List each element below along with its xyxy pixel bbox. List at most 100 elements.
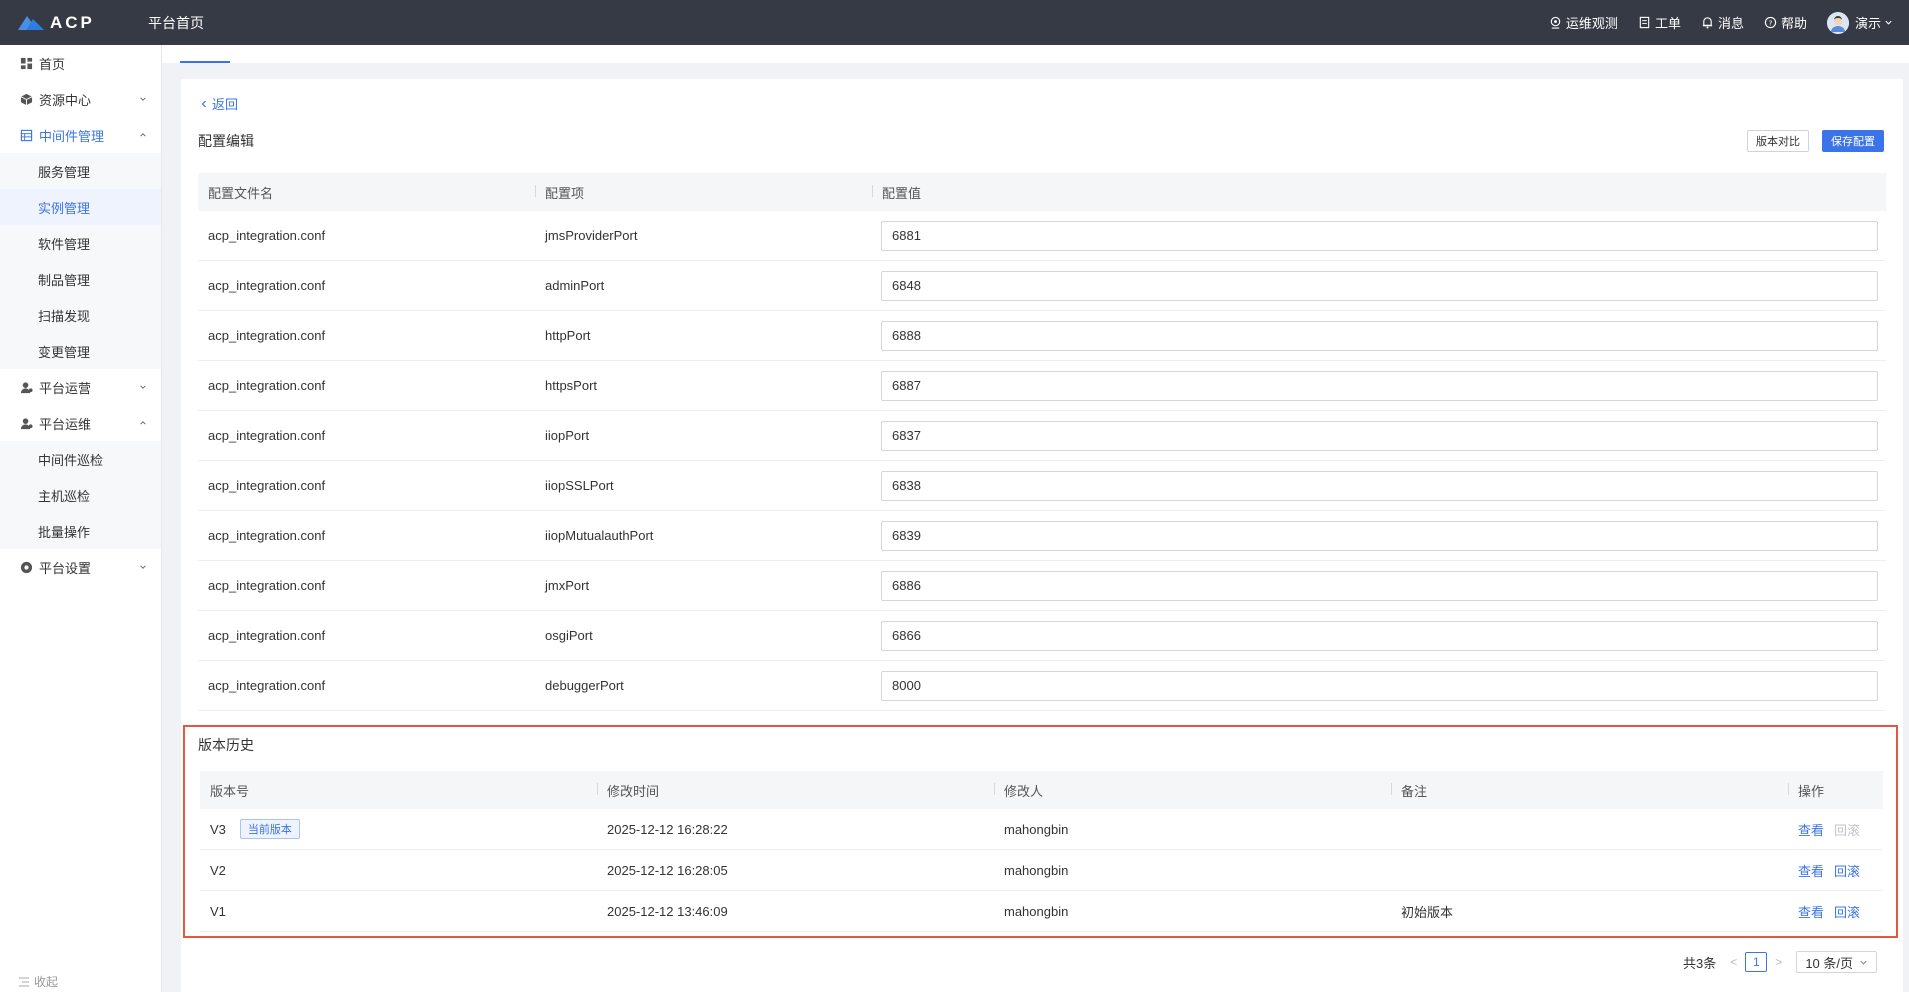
config-value-input[interactable]: [881, 320, 1878, 351]
back-link[interactable]: 返回: [199, 94, 238, 113]
monitor-icon: [1550, 16, 1561, 29]
table-row: V3 当前版本 2025-12-12 16:28:22 mahongbin 查看 回滚: [200, 809, 1883, 850]
sidebar-item-middleware-inspection[interactable]: 中间件巡检: [0, 441, 161, 477]
config-key: iiopPort: [545, 428, 590, 443]
column-header: 版本号: [210, 783, 250, 799]
tab-strip: [162, 45, 1909, 63]
scrollbar-track[interactable]: [1903, 63, 1909, 992]
ticket-link[interactable]: 工单: [1638, 13, 1681, 32]
total-count: 共3条: [1683, 955, 1717, 971]
active-tab-indicator: [180, 61, 230, 63]
sidebar-item-label: 变更管理: [38, 344, 91, 360]
table-row: acp_integration.conf osgiPort: [198, 611, 1886, 661]
sidebar-item-platform-ops[interactable]: 平台运维: [0, 405, 161, 441]
table-row: acp_integration.conf adminPort: [198, 261, 1886, 311]
save-config-button[interactable]: 保存配置: [1822, 130, 1884, 152]
config-value-input[interactable]: [881, 370, 1878, 401]
avatar[interactable]: [1826, 11, 1849, 34]
config-file-name: acp_integration.conf: [208, 628, 326, 643]
sidebar-item-service-mgmt[interactable]: 服务管理: [0, 153, 161, 189]
rollback-link[interactable]: 回滚: [1834, 861, 1860, 880]
sidebar-item-instance-mgmt[interactable]: 实例管理: [0, 189, 161, 225]
collapse-label: 收起: [34, 975, 59, 989]
config-value-input[interactable]: [881, 670, 1878, 701]
sidebar-item-scan-discovery[interactable]: 扫描发现: [0, 297, 161, 333]
table-row: acp_integration.conf httpsPort: [198, 361, 1886, 411]
page-size-select[interactable]: 10 条/页: [1796, 951, 1877, 973]
config-value-input[interactable]: [881, 420, 1878, 451]
column-header: 操作: [1788, 781, 1883, 800]
config-key: jmxPort: [545, 578, 590, 593]
config-value-input[interactable]: [881, 270, 1878, 301]
config-file-name: acp_integration.conf: [208, 678, 326, 693]
history-table: 版本号 修改时间 修改人 备注 操作 V3 当前版本 2025-12-12 16:2…: [200, 771, 1883, 932]
pagination: 共3条 < 1 > 10 条/页: [1683, 951, 1877, 973]
config-value-input[interactable]: [881, 470, 1878, 501]
sidebar-item-home[interactable]: 首页: [0, 45, 161, 81]
sidebar-item-label: 扫描发现: [38, 308, 91, 324]
config-file-name: acp_integration.conf: [208, 228, 326, 243]
user-icon: [20, 417, 33, 429]
table-row: acp_integration.conf iiopMutualauthPort: [198, 511, 1886, 561]
middleware-icon: [20, 129, 33, 141]
ops-observe-link[interactable]: 运维观测: [1549, 13, 1618, 32]
version-note: 初始版本: [1401, 904, 1454, 920]
table-header: 版本号 修改时间 修改人 备注 操作: [200, 771, 1883, 809]
table-row: acp_integration.conf debuggerPort: [198, 661, 1886, 711]
sidebar-item-software-mgmt[interactable]: 软件管理: [0, 225, 161, 261]
sidebar-item-change-mgmt[interactable]: 变更管理: [0, 333, 161, 369]
modified-time: 2025-12-12 13:46:09: [607, 903, 728, 919]
config-value-input[interactable]: [881, 220, 1878, 251]
column-header: 配置项: [535, 183, 872, 202]
page-number[interactable]: 1: [1745, 952, 1768, 972]
sidebar-item-resource-center[interactable]: 资源中心: [0, 81, 161, 117]
sidebar-item-label: 主机巡检: [38, 488, 91, 504]
chevron-up-icon: [140, 421, 146, 425]
chevron-down-icon[interactable]: [1884, 18, 1893, 27]
config-key: httpsPort: [545, 378, 598, 393]
version-compare-button[interactable]: 版本对比: [1747, 130, 1809, 152]
view-link[interactable]: 查看: [1798, 902, 1824, 921]
column-header: 配置值: [872, 183, 1886, 202]
prev-page-button[interactable]: <: [1730, 955, 1737, 969]
sidebar-item-artifact-mgmt[interactable]: 制品管理: [0, 261, 161, 297]
sidebar-item-label: 资源中心: [39, 92, 92, 108]
page-title[interactable]: 平台首页: [148, 13, 204, 33]
ticket-icon: [1639, 16, 1650, 29]
sidebar-item-label: 批量操作: [38, 524, 91, 540]
config-value-input[interactable]: [881, 520, 1878, 551]
modified-time: 2025-12-12 16:28:22: [607, 821, 728, 837]
config-key: osgiPort: [545, 628, 593, 643]
chevron-left-icon: [201, 100, 206, 107]
next-page-button[interactable]: >: [1775, 955, 1782, 969]
sidebar-collapse-button[interactable]: 收起: [18, 973, 58, 990]
config-key: httpPort: [545, 328, 591, 343]
message-link[interactable]: 消息: [1701, 13, 1744, 32]
config-value-input[interactable]: [881, 620, 1878, 651]
view-link[interactable]: 查看: [1798, 861, 1824, 880]
sidebar-item-label: 平台运营: [39, 380, 92, 396]
sidebar-item-platform-settings[interactable]: 平台设置: [0, 549, 161, 585]
ops-observe-label: 运维观测: [1565, 16, 1618, 31]
config-file-name: acp_integration.conf: [208, 528, 326, 543]
help-link[interactable]: ? 帮助: [1764, 13, 1807, 32]
table-row: acp_integration.conf iiopPort: [198, 411, 1886, 461]
sidebar-item-label: 实例管理: [38, 200, 91, 216]
config-key: iiopSSLPort: [545, 478, 614, 493]
rollback-link[interactable]: 回滚: [1834, 902, 1860, 921]
table-row: acp_integration.conf jmxPort: [198, 561, 1886, 611]
view-link[interactable]: 查看: [1798, 820, 1824, 839]
user-name[interactable]: 演示: [1855, 13, 1881, 32]
cube-icon: [20, 93, 33, 105]
sidebar-item-platform-operation[interactable]: 平台运营: [0, 369, 161, 405]
config-panel: 返回 配置编辑 版本对比 保存配置 配置文件名 配置项 配置值 acp_inte…: [181, 79, 1903, 992]
table-row: acp_integration.conf jmsProviderPort: [198, 211, 1886, 261]
logo[interactable]: ACP: [0, 13, 140, 33]
config-table: 配置文件名 配置项 配置值 acp_integration.conf jmsPro…: [198, 173, 1886, 711]
sidebar-item-middleware[interactable]: 中间件管理: [0, 117, 161, 153]
config-file-name: acp_integration.conf: [208, 378, 326, 393]
sidebar-item-host-inspection[interactable]: 主机巡检: [0, 477, 161, 513]
config-value-input[interactable]: [881, 570, 1878, 601]
chevron-down-icon: [140, 97, 146, 101]
sidebar-item-batch-operation[interactable]: 批量操作: [0, 513, 161, 549]
